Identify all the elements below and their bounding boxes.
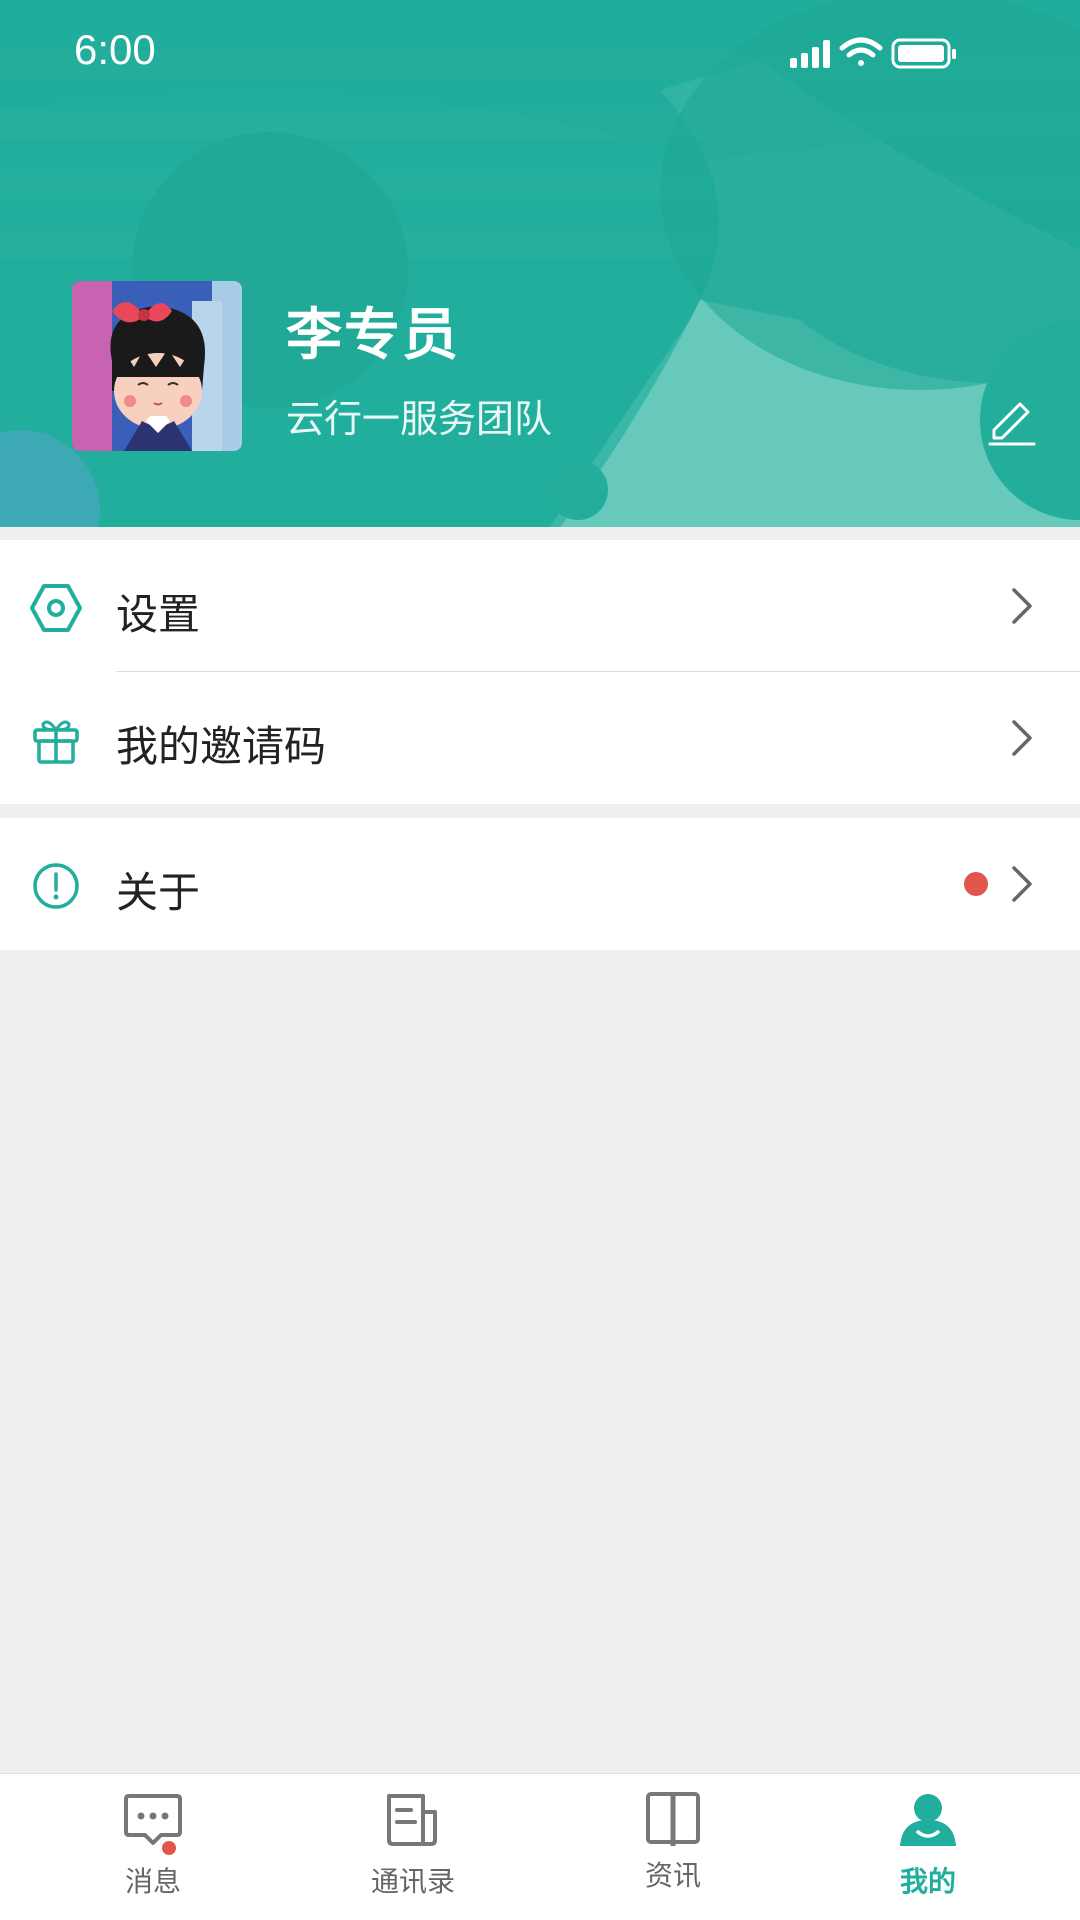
status-bar: 6:00 bbox=[0, 0, 1080, 106]
person-icon bbox=[900, 1794, 956, 1846]
tab-messages[interactable]: 消息 bbox=[18, 1774, 288, 1920]
tab-me[interactable]: 我的 bbox=[793, 1774, 1063, 1920]
settings-label: 设置 bbox=[116, 590, 201, 639]
pencil-icon bbox=[988, 402, 1036, 446]
book-icon bbox=[646, 1792, 700, 1846]
invite-code-item[interactable]: 我的邀请码 bbox=[0, 672, 1080, 804]
tab-bar: 消息 通讯录 资讯 我的 bbox=[0, 1773, 1080, 1920]
settings-icon bbox=[30, 584, 82, 632]
status-time: 6:00 bbox=[74, 26, 156, 73]
tab-news-label: 资讯 bbox=[644, 1859, 701, 1892]
signal-icon bbox=[790, 40, 830, 68]
battery-icon bbox=[891, 38, 956, 69]
avatar-image bbox=[72, 281, 242, 451]
menu-section-main: 设置 我的邀请码 bbox=[0, 540, 1080, 804]
about-update-badge bbox=[964, 872, 988, 896]
tab-contacts-label: 通讯录 bbox=[370, 1865, 455, 1898]
wifi-icon bbox=[839, 37, 883, 66]
chevron-right-icon bbox=[1012, 588, 1032, 624]
messages-unread-badge bbox=[162, 1841, 176, 1855]
settings-item[interactable]: 设置 bbox=[0, 540, 1080, 672]
profile-header: 6:00 李专员 云行一服务团队 bbox=[0, 0, 1080, 527]
chevron-right-icon bbox=[1012, 720, 1032, 756]
about-label: 关于 bbox=[116, 868, 201, 917]
avatar[interactable] bbox=[72, 281, 242, 451]
tab-me-label: 我的 bbox=[899, 1865, 956, 1898]
tab-messages-label: 消息 bbox=[124, 1865, 181, 1898]
info-icon bbox=[33, 863, 79, 909]
chevron-right-icon bbox=[1012, 866, 1032, 902]
profile-screen: 6:00 李专员 云行一服务团队 设置 我的邀请码 关于 消息 通讯录 资讯 我… bbox=[0, 0, 1080, 1920]
gift-icon bbox=[33, 720, 79, 764]
invite-code-label: 我的邀请码 bbox=[116, 722, 327, 771]
status-icons bbox=[790, 37, 956, 69]
about-item[interactable]: 关于 bbox=[0, 818, 1080, 950]
menu-section-about: 关于 bbox=[0, 818, 1080, 950]
contacts-icon bbox=[387, 1794, 437, 1846]
user-team: 云行一服务团队 bbox=[286, 397, 553, 441]
user-name: 李专员 bbox=[286, 303, 460, 368]
tab-news[interactable]: 资讯 bbox=[538, 1774, 808, 1920]
edit-profile-button[interactable] bbox=[984, 392, 1040, 448]
tab-contacts[interactable]: 通讯录 bbox=[278, 1774, 548, 1920]
